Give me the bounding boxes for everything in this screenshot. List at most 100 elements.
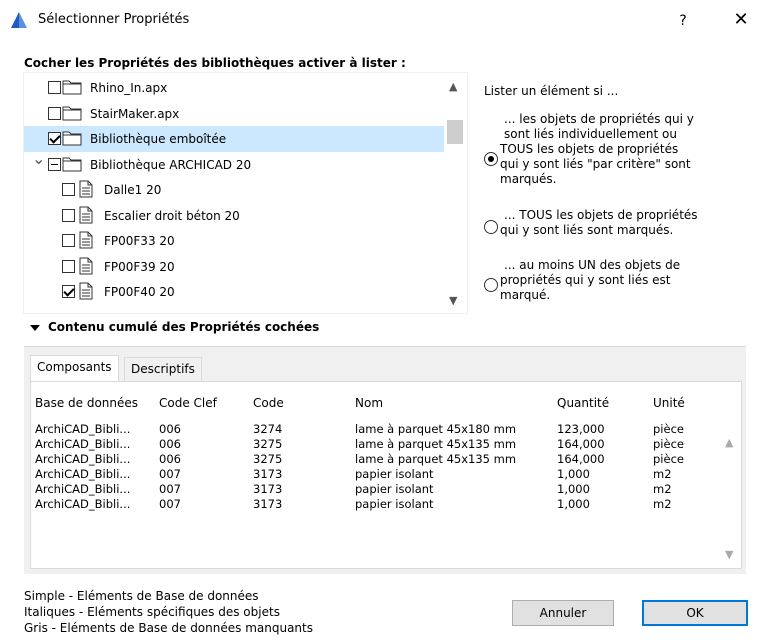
option-text-line: ... les objets de propriétés qui y — [504, 112, 694, 126]
tab-composants[interactable]: Composants — [30, 355, 119, 381]
table-cell: 007 — [159, 482, 181, 496]
archicad-logo-icon — [11, 12, 27, 28]
scroll-down-icon[interactable]: ▼ — [449, 294, 457, 307]
legend-line: Italiques - Eléments spécifiques des obj… — [24, 605, 280, 619]
table-cell: 3173 — [253, 482, 283, 496]
tree-item[interactable]: Rhino_In.apx — [24, 75, 444, 101]
tree-item[interactable]: FP00F40 20 — [24, 279, 444, 305]
help-button[interactable]: ? — [670, 10, 696, 32]
tree-item[interactable]: FP00F39 20 — [24, 254, 444, 280]
table-cell: 123,000 — [557, 422, 605, 436]
tree-item[interactable]: Escalier droit béton 20 — [24, 203, 444, 229]
chevron-down-icon[interactable]: ⌄ — [32, 150, 45, 166]
tree-item[interactable]: Dalle1 20 — [24, 177, 444, 203]
document-icon — [76, 206, 96, 224]
document-icon — [76, 231, 96, 249]
tree-checkbox[interactable] — [48, 157, 61, 171]
tree-item[interactable]: Bibliothèque emboîtée — [24, 126, 444, 152]
table-cell: pièce — [653, 422, 684, 436]
table-cell: 164,000 — [557, 437, 605, 451]
table-cell: 006 — [159, 452, 181, 466]
option-text-line: marqué. — [500, 288, 551, 302]
table-cell: ArchiCAD_Bibli... — [35, 482, 131, 496]
option-text-line: propriétés qui y sont liés est — [500, 273, 671, 287]
table-cell: 3173 — [253, 497, 283, 511]
tree-checkbox[interactable] — [62, 208, 75, 222]
column-header[interactable]: Quantité — [557, 396, 609, 410]
column-header[interactable]: Unité — [653, 396, 685, 410]
folder-icon — [62, 155, 82, 173]
table-scroll-up-icon[interactable]: ▲ — [725, 436, 733, 449]
legend: Simple - Eléments de Base de données Ital… — [24, 588, 313, 636]
legend-line: Gris - Eléments de Base de données manqu… — [24, 621, 313, 635]
document-icon — [76, 257, 96, 275]
table-cell: 164,000 — [557, 452, 605, 466]
table-cell: 1,000 — [557, 497, 590, 511]
table-cell: m2 — [653, 482, 672, 496]
folder-icon — [62, 104, 82, 122]
tree-checkbox[interactable] — [62, 259, 75, 273]
table-cell: lame à parquet 45x135 mm — [355, 452, 517, 466]
ok-button[interactable]: OK — [642, 600, 748, 626]
tree-item-label: Bibliothèque emboîtée — [90, 132, 227, 146]
scroll-up-icon[interactable]: ▲ — [449, 80, 457, 93]
table-cell: 006 — [159, 437, 181, 451]
table-cell: ArchiCAD_Bibli... — [35, 467, 131, 481]
table-scroll-down-icon[interactable]: ▼ — [725, 548, 733, 561]
tab-descriptifs[interactable]: Descriptifs — [124, 357, 202, 381]
cancel-button[interactable]: Annuler — [512, 600, 614, 626]
table-cell: 1,000 — [557, 482, 590, 496]
table-cell: ArchiCAD_Bibli... — [35, 452, 131, 466]
table-cell: 3275 — [253, 452, 283, 466]
tree-item-label: FP00F39 20 — [104, 259, 175, 274]
document-icon — [76, 282, 96, 300]
table-cell: pièce — [653, 437, 684, 451]
scroll-thumb[interactable] — [447, 120, 463, 144]
tree-item-label: Dalle1 20 — [104, 183, 162, 197]
title-bar: Sélectionner Propriétés ? ✕ — [0, 0, 760, 38]
tree-item[interactable]: StairMaker.apx — [24, 101, 444, 127]
radio-button[interactable] — [484, 278, 498, 292]
table-cell: lame à parquet 45x180 mm — [355, 422, 517, 436]
table-cell: 007 — [159, 467, 181, 481]
option-text-line: ... au moins UN des objets de — [504, 258, 681, 272]
tree-item-label: Escalier droit béton 20 — [104, 208, 240, 223]
table-cell: papier isolant — [355, 482, 434, 496]
table-cell: 006 — [159, 422, 181, 436]
option-text-line: ... TOUS les objets de propriétés — [504, 208, 698, 222]
tree-checkbox[interactable] — [62, 183, 75, 196]
tree-item-label: StairMaker.apx — [90, 106, 180, 121]
tree-checkbox[interactable] — [48, 106, 61, 120]
folder-icon — [62, 78, 82, 96]
tree-checkbox[interactable] — [48, 132, 61, 145]
cumulated-content-toggle[interactable]: Contenu cumulé des Propriétés cochées — [30, 320, 319, 334]
column-header[interactable]: Code Clef — [159, 396, 217, 410]
close-button[interactable]: ✕ — [726, 8, 756, 32]
radio-button[interactable] — [484, 220, 498, 234]
tree-scrollbar[interactable]: ▲ ▼ — [446, 76, 464, 307]
radio-button[interactable] — [484, 152, 498, 166]
table-cell: ArchiCAD_Bibli... — [35, 437, 131, 451]
tree-item-label: FP00F33 20 — [104, 234, 175, 248]
document-icon — [76, 180, 96, 198]
tree-checkbox[interactable] — [62, 285, 75, 298]
tree-heading: Cocher les Propriétés des bibliothèques … — [24, 56, 406, 70]
tree-checkbox[interactable] — [62, 234, 75, 247]
table-cell: 1,000 — [557, 467, 590, 481]
tree-checkbox[interactable] — [48, 81, 61, 94]
option-text-line: sont liés individuellement ou — [504, 127, 677, 141]
library-tree[interactable]: Rhino_In.apx StairMaker.apx Bibliothèque e… — [23, 72, 468, 314]
table-cell: m2 — [653, 497, 672, 511]
table-cell: papier isolant — [355, 497, 434, 511]
tree-item[interactable]: FP00F33 20 — [24, 228, 444, 254]
folder-icon — [62, 129, 82, 147]
tree-item[interactable]: ⌄ Bibliothèque ARCHICAD 20 — [24, 150, 444, 178]
column-header[interactable]: Nom — [355, 396, 383, 410]
column-header[interactable]: Code — [253, 396, 284, 410]
table-cell: m2 — [653, 467, 672, 481]
table-cell: lame à parquet 45x135 mm — [355, 437, 517, 451]
tree-item-label: Rhino_In.apx — [90, 81, 168, 95]
table-cell: 3275 — [253, 437, 283, 451]
list-if-label: Lister un élément si ... — [484, 84, 619, 98]
column-header[interactable]: Base de données — [35, 396, 138, 410]
